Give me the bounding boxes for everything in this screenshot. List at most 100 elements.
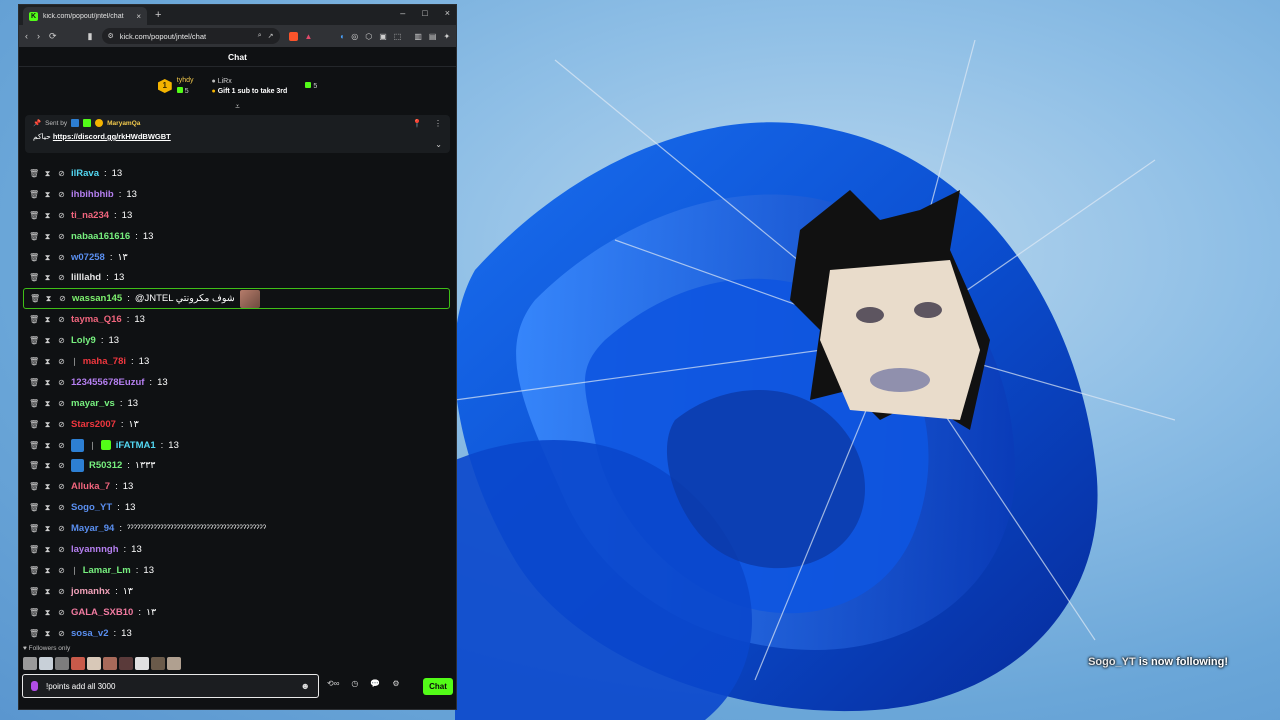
bookmark-icon[interactable]: ▮ [88, 31, 93, 42]
chat-message[interactable]: 🗑 ⧗ ⊘ ilRava:13 [19, 163, 456, 184]
timeout-icon[interactable]: ⧗ [43, 336, 52, 345]
timeout-icon[interactable]: ⧗ [43, 524, 52, 533]
chat-username[interactable]: Mayar_94 [71, 523, 114, 534]
chat-message[interactable]: 🗑 ⧗ ⊘ ti_na234:13 [19, 205, 456, 226]
chat-username[interactable]: mayar_vs [71, 398, 115, 409]
chat-message[interactable]: 🗑 ⧗ ⊘ Alluka_7:13 [19, 476, 456, 497]
more-options-icon[interactable]: ⋮ [434, 119, 442, 128]
emote-icon[interactable] [55, 657, 69, 670]
delete-icon[interactable]: 🗑 [29, 482, 39, 491]
emote-icon[interactable] [23, 657, 37, 670]
delete-icon[interactable]: 🗑 [29, 211, 39, 220]
delete-icon[interactable]: 🗑 [29, 190, 39, 199]
ban-icon[interactable]: ⊘ [57, 503, 66, 512]
chat-username[interactable]: GALA_SXB10 [71, 607, 133, 618]
chat-message[interactable]: 🗑 ⧗ ⊘ ❘ Lamar_Lm:13 [19, 560, 456, 581]
extension-4-icon[interactable]: ▣ [379, 32, 387, 41]
timeout-icon[interactable]: ⧗ [43, 566, 52, 575]
chat-username[interactable]: ti_na234 [71, 210, 109, 221]
maximize-button[interactable]: □ [422, 8, 427, 18]
ban-icon[interactable]: ⊘ [57, 357, 66, 366]
chat-message[interactable]: 🗑 ⧗ ⊘ 123455678Euzuf:13 [19, 372, 456, 393]
chat-username[interactable]: w07258 [71, 252, 105, 263]
emote-icon[interactable] [71, 657, 85, 670]
delete-icon[interactable]: 🗑 [29, 399, 39, 408]
address-bar[interactable]: ⚙ kick.com/popout/jntel/chat ⌕ ↗ [101, 28, 280, 44]
leaderboard-second[interactable]: ● LiRx ● Gift 1 sub to take 3rd [212, 78, 288, 95]
delete-icon[interactable]: 🗑 [29, 587, 39, 596]
chat-message[interactable]: 🗑 ⧗ ⊘ R50312:١٣٣٣ [19, 455, 456, 476]
chat-username[interactable]: wassan145 [72, 293, 122, 304]
extensions-puzzle-icon[interactable]: ✦ [443, 32, 450, 41]
chat-message[interactable]: 🗑 ⧗ ⊘ ❘ iFATMA1:13 [19, 435, 456, 456]
timeout-icon[interactable]: ⧗ [43, 315, 52, 324]
chat-message[interactable]: 🗑 ⧗ ⊘ sosa_v2:13 [19, 623, 456, 644]
timeout-icon[interactable]: ⧗ [43, 190, 52, 199]
ban-icon[interactable]: ⊘ [57, 399, 66, 408]
browser-tab[interactable]: K kick.com/popout/jntel/chat × [23, 7, 147, 25]
chat-message[interactable]: 🗑 ⧗ ⊘ ihbihbhib:13 [19, 184, 456, 205]
timeout-icon[interactable]: ⧗ [43, 608, 52, 617]
chat-username[interactable]: Stars2007 [71, 419, 116, 430]
timeout-icon[interactable]: ⧗ [43, 441, 52, 450]
send-chat-button[interactable]: Chat [423, 678, 453, 695]
chat-message-field[interactable] [46, 681, 293, 691]
close-window-button[interactable]: × [445, 8, 450, 18]
reload-icon[interactable]: ⟳ [49, 31, 57, 42]
chat-username[interactable]: Alluka_7 [71, 481, 110, 492]
ban-icon[interactable]: ⊘ [57, 608, 66, 617]
ban-icon[interactable]: ⊘ [57, 169, 66, 178]
leaderboard-third[interactable]: 5 [305, 82, 317, 90]
unpin-icon[interactable]: 📍 [412, 119, 422, 128]
extension-2-icon[interactable]: ◎ [351, 32, 358, 41]
delete-icon[interactable]: 🗑 [30, 294, 40, 303]
chat-message[interactable]: 🗑 ⧗ ⊘ lilllahd:13 [19, 267, 456, 288]
tab-search-icon[interactable]: ▤ [429, 32, 437, 41]
pinned-link[interactable]: https://discord.gg/rkHWdBWGBT [53, 132, 171, 141]
timeout-icon[interactable]: ⧗ [43, 587, 52, 596]
emote-icon[interactable] [167, 657, 181, 670]
delete-icon[interactable]: 🗑 [29, 629, 39, 638]
back-icon[interactable]: ‹ [25, 31, 28, 41]
close-tab-icon[interactable]: × [136, 12, 141, 21]
delete-icon[interactable]: 🗑 [29, 608, 39, 617]
chat-message[interactable]: 🗑 ⧗ ⊘ Stars2007:١٣ [19, 414, 456, 435]
chat-input[interactable]: ☻ [22, 674, 319, 698]
timeout-icon[interactable]: ⧗ [43, 461, 52, 470]
settings-gear-icon[interactable]: ⚙ [392, 679, 399, 688]
emote-icon[interactable] [103, 657, 117, 670]
rewards-icon[interactable]: ▲ [305, 32, 313, 41]
ban-icon[interactable]: ⊘ [58, 294, 67, 303]
ban-icon[interactable]: ⊘ [57, 441, 66, 450]
leaderboard-first[interactable]: 1 tyhdy 5 [157, 77, 194, 95]
chat-message[interactable]: 🗑 ⧗ ⊘ nabaa161616:13 [19, 226, 456, 247]
timeout-icon[interactable]: ⧗ [43, 482, 52, 491]
new-tab-button[interactable]: + [155, 9, 161, 21]
chat-message[interactable]: 🗑 ⧗ ⊘ ❘ maha_78i:13 [19, 351, 456, 372]
delete-icon[interactable]: 🗑 [29, 461, 39, 470]
delete-icon[interactable]: 🗑 [29, 566, 39, 575]
chat-message[interactable]: 🗑 ⧗ ⊘ GALA_SXB10:١٣ [19, 602, 456, 623]
ban-icon[interactable]: ⊘ [57, 336, 66, 345]
zoom-icon[interactable]: ⌕ [258, 32, 262, 40]
ban-icon[interactable]: ⊘ [57, 545, 66, 554]
extension-5-icon[interactable]: ⬚ [394, 32, 402, 41]
emote-icon[interactable] [39, 657, 53, 670]
ban-icon[interactable]: ⊘ [57, 566, 66, 575]
forward-icon[interactable]: › [37, 31, 40, 41]
delete-icon[interactable]: 🗑 [29, 357, 39, 366]
chat-username[interactable]: maha_78i [83, 356, 126, 367]
timeout-icon[interactable]: ⧗ [43, 232, 52, 241]
delete-icon[interactable]: 🗑 [29, 273, 39, 282]
chat-username[interactable]: ilRava [71, 168, 99, 179]
collapse-leaderboard-icon[interactable]: ⩡ [19, 103, 456, 113]
delete-icon[interactable]: 🗑 [29, 232, 39, 241]
site-settings-icon[interactable]: ⚙ [108, 32, 114, 40]
timeout-icon[interactable]: ⧗ [43, 253, 52, 262]
emote-icon[interactable] [87, 657, 101, 670]
pinned-author[interactable]: MaryamQa [107, 120, 140, 127]
timer-icon[interactable]: ◷ [351, 679, 358, 688]
ban-icon[interactable]: ⊘ [57, 482, 66, 491]
extension-3-icon[interactable]: ⬡ [365, 32, 372, 41]
ban-icon[interactable]: ⊘ [57, 190, 66, 199]
